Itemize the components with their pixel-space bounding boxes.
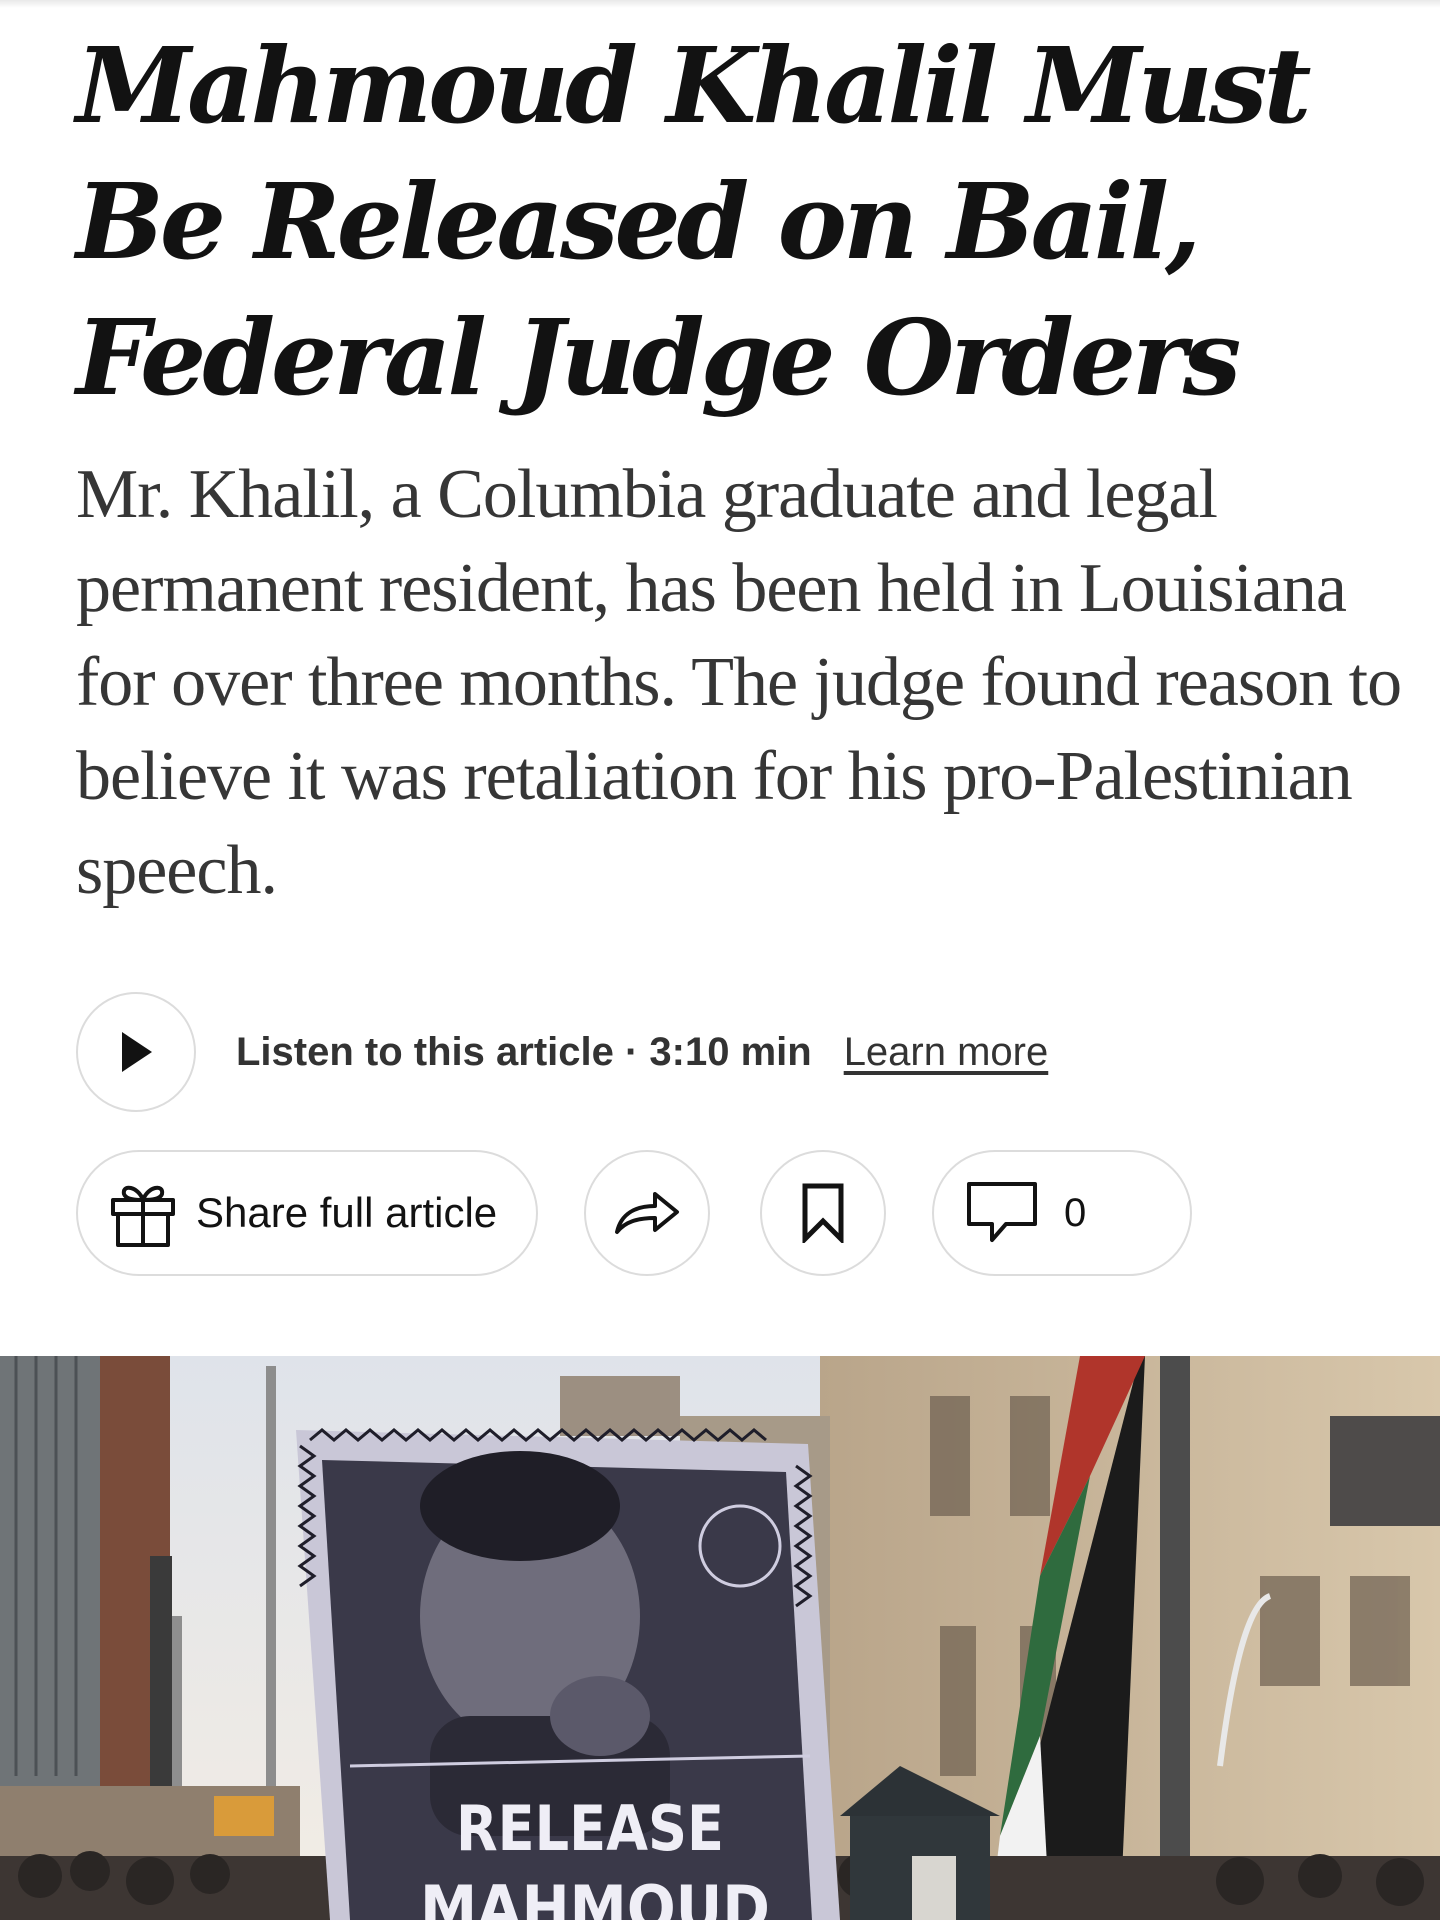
share-arrow-icon xyxy=(615,1192,679,1234)
play-icon xyxy=(122,1032,152,1072)
bookmark-icon xyxy=(802,1183,844,1243)
top-shadow xyxy=(0,0,1440,8)
article-actions: Share full article 0 xyxy=(76,1150,1376,1276)
play-button[interactable] xyxy=(76,992,196,1112)
share-full-article-label: Share full article xyxy=(196,1189,498,1236)
audio-player-row: Listen to this article · 3:10 min Learn … xyxy=(76,992,1376,1112)
article-headline: Mahmoud Khalil Must Be Released on Bail,… xyxy=(76,24,1312,419)
learn-more-link[interactable]: Learn more xyxy=(844,1030,1049,1075)
comment-count: 0 xyxy=(1064,1190,1087,1235)
poster-line-2: MAHMOUD xyxy=(420,1872,770,1920)
article-photo[interactable]: RELEASE MAHMOUD xyxy=(0,1356,1440,1920)
save-button[interactable] xyxy=(760,1150,886,1276)
share-button[interactable] xyxy=(584,1150,710,1276)
article-summary: Mr. Khalil, a Columbia graduate and lega… xyxy=(76,456,1402,909)
share-full-article-button[interactable]: Share full article xyxy=(76,1150,538,1276)
listen-label: Listen to this article · 3:10 min xyxy=(236,1029,812,1074)
comments-button[interactable]: 0 xyxy=(932,1150,1192,1276)
comment-icon xyxy=(967,1182,1037,1242)
protest-photo: RELEASE MAHMOUD xyxy=(0,1356,1440,1920)
gift-icon xyxy=(111,1185,175,1247)
poster-line-1: RELEASE xyxy=(456,1792,724,1865)
